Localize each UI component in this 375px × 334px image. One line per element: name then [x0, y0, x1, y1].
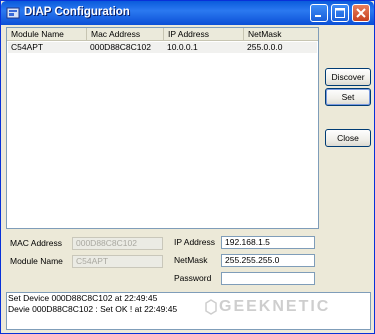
devices-list-header: Module Name Mac Address IP Address NetMa…	[7, 28, 318, 41]
set-button[interactable]: Set	[325, 88, 371, 106]
password-label: Password	[174, 273, 212, 283]
table-row[interactable]: C54APT 000D88C8C102 10.0.0.1 255.0.0.0	[8, 42, 317, 53]
diap-configuration-window: DIAP Configuration Module Name Mac Addre…	[0, 0, 375, 334]
maximize-button[interactable]	[331, 4, 349, 22]
module-name-field[interactable]: C54APT	[72, 255, 163, 268]
mac-address-field[interactable]: 000D88C8C102	[72, 237, 163, 250]
title-bar[interactable]: DIAP Configuration	[1, 1, 374, 25]
minimize-icon	[315, 15, 321, 17]
password-field[interactable]	[221, 272, 315, 285]
mac-address-label: MAC Address	[10, 238, 62, 248]
app-icon	[6, 7, 20, 19]
minimize-button[interactable]	[310, 4, 328, 22]
module-name-label: Module Name	[10, 256, 63, 266]
close-icon	[356, 8, 366, 18]
cell-module-name: C54APT	[11, 42, 44, 52]
column-header-module-name[interactable]: Module Name	[7, 28, 87, 40]
watermark-text: GEEKNETIC	[219, 298, 331, 315]
close-window-button[interactable]	[352, 4, 370, 22]
column-header-mac-address[interactable]: Mac Address	[87, 28, 164, 40]
watermark-logo-icon	[205, 299, 217, 315]
ip-address-field[interactable]: 192.168.1.5	[221, 236, 315, 249]
column-header-ip-address[interactable]: IP Address	[164, 28, 244, 40]
cell-ip-address: 10.0.0.1	[167, 42, 198, 52]
cell-netmask: 255.0.0.0	[247, 42, 283, 52]
column-header-netmask[interactable]: NetMask	[244, 28, 318, 40]
ip-address-label: IP Address	[174, 237, 215, 247]
netmask-label: NetMask	[174, 255, 208, 265]
netmask-field[interactable]: 255.255.255.0	[221, 254, 315, 267]
close-button[interactable]: Close	[325, 129, 371, 147]
maximize-icon	[335, 8, 345, 18]
discover-button[interactable]: Discover	[325, 68, 371, 86]
devices-list[interactable]: Module Name Mac Address IP Address NetMa…	[6, 27, 319, 229]
window-title: DIAP Configuration	[24, 6, 130, 18]
cell-mac-address: 000D88C8C102	[90, 42, 151, 52]
